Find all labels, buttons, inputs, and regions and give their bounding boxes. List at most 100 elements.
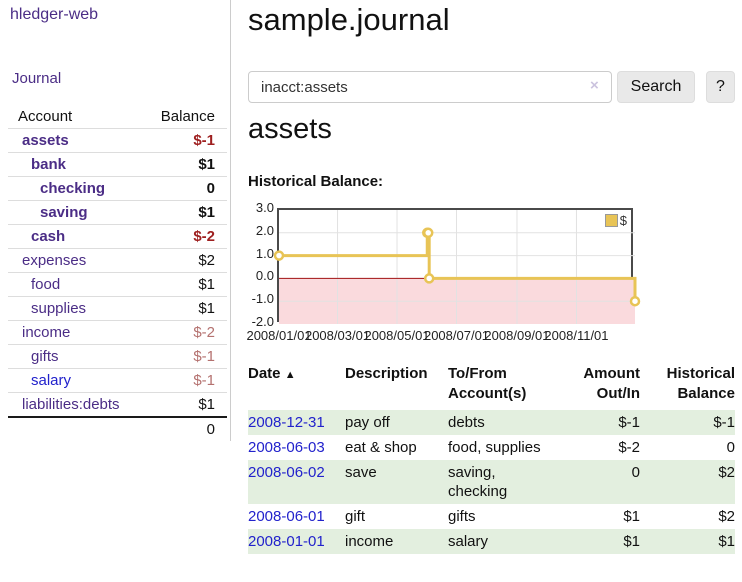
- help-button[interactable]: ?: [706, 71, 735, 103]
- account-row: food $1: [8, 273, 227, 297]
- historical-balance-chart: $ 3.02.01.00.0-1.0-2.02008/01/012008/03/…: [248, 196, 668, 346]
- account-balance: $-1: [193, 129, 215, 152]
- register-cell-date: 2008-01-01: [248, 529, 345, 554]
- register-cell-balance: $2: [640, 460, 735, 504]
- accounts-total-value: 0: [207, 418, 215, 441]
- register-cell-date: 2008-06-01: [248, 504, 345, 529]
- accounts-table: Account Balance assets $-1 bank $1 checking 0…: [8, 104, 227, 440]
- account-row: checking 0: [8, 177, 227, 201]
- register-cell-date: 2008-12-31: [248, 410, 345, 435]
- account-row: income$-2: [8, 321, 227, 345]
- register-cell-balance: $2: [640, 504, 735, 529]
- chart-heading: Historical Balance:: [248, 173, 383, 190]
- y-axis-tick-label: 2.0: [248, 223, 274, 238]
- chart-legend: $: [605, 213, 627, 228]
- accounts-table-header: Account Balance: [8, 104, 227, 129]
- x-axis-tick-label: 2008/11/01: [544, 328, 608, 343]
- x-axis-tick-label: 2008/09/01: [484, 328, 549, 343]
- accounts-rows: assets$-1bank$1checking0saving$1cash$-2e…: [8, 129, 227, 417]
- account-row: salary $-1: [8, 369, 227, 393]
- account-link-salary[interactable]: salary: [31, 372, 71, 389]
- account-link-supplies[interactable]: supplies: [31, 300, 86, 317]
- balance-chart-svg: [279, 210, 635, 324]
- account-link-gifts[interactable]: gifts: [31, 348, 59, 365]
- sidebar-divider: [230, 0, 231, 441]
- account-row: liabilities:debts $1: [8, 393, 227, 417]
- account-row: supplies $1: [8, 297, 227, 321]
- app-brand-link[interactable]: hledger-web: [10, 6, 98, 24]
- register-row: 2008-06-01 giftgifts$1$2: [248, 504, 735, 529]
- y-axis-tick-label: 1.0: [248, 246, 274, 261]
- register-header-accounts[interactable]: To/From Account(s): [448, 362, 558, 410]
- y-axis-tick-label: 0.0: [248, 268, 274, 283]
- account-balance: $2: [198, 249, 215, 272]
- transaction-date-link[interactable]: 2008-06-01: [248, 508, 325, 525]
- register-cell-balance: $-1: [640, 410, 735, 435]
- account-balance: $1: [198, 201, 215, 224]
- search-button[interactable]: Search: [617, 71, 695, 103]
- y-axis-tick-label: -2.0: [248, 314, 274, 329]
- x-axis-tick-label: 2008/05/01: [364, 328, 429, 343]
- register-row: 2008-01-01incomesalary$1$1: [248, 529, 735, 554]
- register-cell-accounts: gifts: [448, 504, 558, 529]
- register-cell-date: 2008-06-03: [248, 435, 345, 460]
- register-header-amount[interactable]: Amount Out/In: [558, 362, 640, 410]
- date-header-label: Date: [248, 365, 281, 382]
- register-header-date[interactable]: Date ▲: [248, 362, 345, 410]
- account-link-checking[interactable]: checking: [40, 180, 105, 197]
- account-balance: $-2: [193, 225, 215, 248]
- register-cell-amount: 0: [558, 460, 640, 504]
- transaction-date-link[interactable]: 2008-01-01: [248, 533, 325, 550]
- account-link-income[interactable]: income: [22, 324, 70, 341]
- account-row: saving $1: [8, 201, 227, 225]
- register-cell-description: save: [345, 460, 448, 504]
- account-row: cash $-2: [8, 225, 227, 249]
- register-table: Date ▲ Description To/From Account(s) Am…: [248, 362, 735, 554]
- register-cell-description: income: [345, 529, 448, 554]
- clear-search-icon[interactable]: ×: [590, 77, 599, 94]
- account-link-expenses[interactable]: expenses: [22, 252, 86, 269]
- account-link-cash[interactable]: cash: [31, 228, 65, 245]
- account-balance: $-1: [193, 369, 215, 392]
- legend-swatch-icon: [605, 214, 618, 227]
- account-link-food[interactable]: food: [31, 276, 60, 293]
- register-cell-accounts: food, supplies: [448, 435, 558, 460]
- register-row: 2008-12-31pay offdebts$-1$-1: [248, 410, 735, 435]
- main-content: sample.journal × Search ? assets Histori…: [248, 0, 735, 582]
- transaction-date-link[interactable]: 2008-06-03: [248, 439, 325, 456]
- account-link-bank[interactable]: bank: [31, 156, 66, 173]
- sort-ascending-icon: ▲: [285, 369, 296, 381]
- account-balance: $1: [198, 393, 215, 416]
- accounts-total-row: 0: [8, 416, 227, 440]
- chart-plot-area: $: [277, 208, 633, 322]
- transaction-date-link[interactable]: 2008-06-02: [248, 464, 325, 481]
- sidebar-item-journal[interactable]: Journal: [12, 70, 61, 87]
- account-row: assets $-1: [8, 129, 227, 153]
- register-header-description[interactable]: Description: [345, 362, 448, 410]
- register-cell-description: gift: [345, 504, 448, 529]
- account-balance: $1: [198, 153, 215, 176]
- transaction-date-link[interactable]: 2008-12-31: [248, 414, 325, 431]
- account-balance: 0: [207, 177, 215, 200]
- y-axis-tick-label: 3.0: [248, 200, 274, 215]
- register-cell-amount: $-1: [558, 410, 640, 435]
- account-balance: $1: [198, 273, 215, 296]
- account-row: expenses $2: [8, 249, 227, 273]
- account-link-liabilities-debts[interactable]: liabilities:debts: [22, 396, 120, 413]
- hledger-web-page: hledger-web Journal Account Balance asse…: [0, 0, 742, 582]
- sidebar: hledger-web Journal Account Balance asse…: [0, 0, 231, 582]
- account-link-assets[interactable]: assets: [22, 132, 69, 149]
- register-cell-accounts: salary: [448, 529, 558, 554]
- register-header-balance[interactable]: Historical Balance: [640, 362, 735, 410]
- register-cell-amount: $1: [558, 504, 640, 529]
- accounts-header-balance: Balance: [161, 108, 215, 125]
- page-title: sample.journal: [248, 2, 450, 38]
- account-link-saving[interactable]: saving: [40, 204, 88, 221]
- y-axis-tick-label: -1.0: [248, 291, 274, 306]
- x-axis-tick-label: 2008/01/01: [246, 328, 311, 343]
- search-input[interactable]: [248, 71, 612, 103]
- account-balance: $1: [198, 297, 215, 320]
- register-cell-accounts: debts: [448, 410, 558, 435]
- account-row: gifts$-1: [8, 345, 227, 369]
- accounts-header-account: Account: [18, 108, 72, 125]
